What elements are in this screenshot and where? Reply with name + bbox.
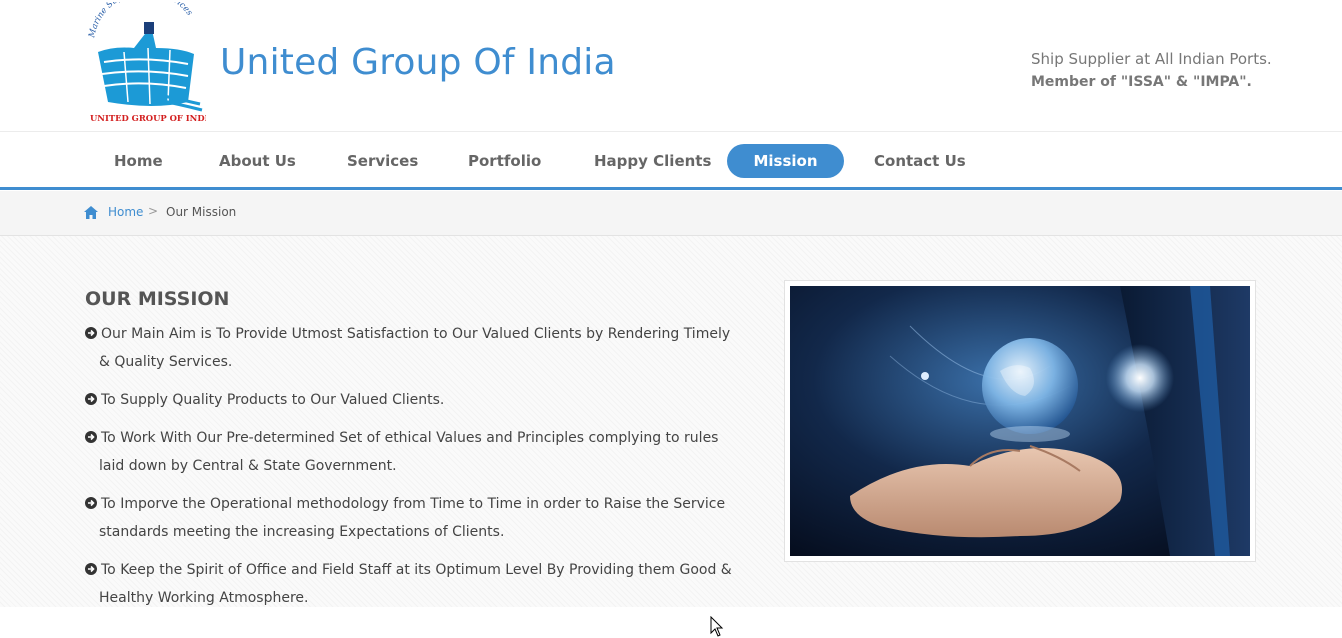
nav-happy-clients[interactable]: Happy Clients: [564, 144, 741, 178]
circle-arrow-right-icon: [85, 431, 97, 443]
breadcrumb-separator: >: [148, 204, 159, 218]
mission-item-text: To Imporve the Operational methodology f…: [99, 496, 726, 540]
mission-item: Our Main Aim is To Provide Utmost Satisf…: [85, 320, 735, 376]
nav-portfolio[interactable]: Portfolio: [438, 144, 571, 178]
site-header: Marine Suppliers & Services UNITED GROUP…: [0, 0, 1342, 132]
mission-item: To Work With Our Pre-determined Set of e…: [85, 424, 735, 480]
nav-mission[interactable]: Mission: [727, 144, 844, 178]
nav-contact-us[interactable]: Contact Us: [844, 144, 996, 178]
circle-arrow-right-icon: [85, 497, 97, 509]
breadcrumb-home-link[interactable]: Home: [108, 205, 143, 219]
mission-image-frame: [784, 280, 1256, 562]
mouse-pointer-icon: [710, 616, 724, 637]
mission-item-text: Our Main Aim is To Provide Utmost Satisf…: [99, 326, 731, 370]
mission-item-text: To Work With Our Pre-determined Set of e…: [99, 430, 719, 474]
membership-text: Member of "ISSA" & "IMPA".: [1031, 74, 1252, 90]
svg-text:UNITED GROUP OF INDIA: UNITED GROUP OF INDIA: [90, 113, 206, 123]
svg-text:Marine Suppliers & Services: Marine Suppliers & Services: [87, 2, 195, 40]
breadcrumb: Home > Our Mission: [0, 191, 1342, 236]
globe-in-hand-image: [790, 286, 1250, 556]
mission-list: Our Main Aim is To Provide Utmost Satisf…: [85, 320, 735, 622]
main-content: OUR MISSION Our Main Aim is To Provide U…: [0, 236, 1342, 637]
mission-item-text: To Keep the Spirit of Office and Field S…: [99, 562, 732, 606]
nav-services[interactable]: Services: [317, 144, 448, 178]
mission-item: To Keep the Spirit of Office and Field S…: [85, 556, 735, 612]
nav-home[interactable]: Home: [84, 144, 193, 178]
mission-heading: OUR MISSION: [85, 288, 230, 310]
mission-item-text: To Supply Quality Products to Our Valued…: [101, 392, 445, 408]
home-icon[interactable]: [84, 206, 98, 219]
circle-arrow-right-icon: [85, 393, 97, 405]
mission-item: To Imporve the Operational methodology f…: [85, 490, 735, 546]
circle-arrow-right-icon: [85, 327, 97, 339]
tagline: Ship Supplier at All Indian Ports.: [1031, 50, 1272, 68]
breadcrumb-current: Our Mission: [166, 205, 237, 219]
circle-arrow-right-icon: [85, 563, 97, 575]
main-nav: Home About Us Services Portfolio Happy C…: [0, 132, 1342, 190]
site-title[interactable]: United Group Of India: [220, 42, 616, 83]
nav-about-us[interactable]: About Us: [189, 144, 326, 178]
mission-item: To Supply Quality Products to Our Valued…: [85, 386, 735, 414]
company-logo[interactable]: Marine Suppliers & Services UNITED GROUP…: [84, 2, 206, 126]
